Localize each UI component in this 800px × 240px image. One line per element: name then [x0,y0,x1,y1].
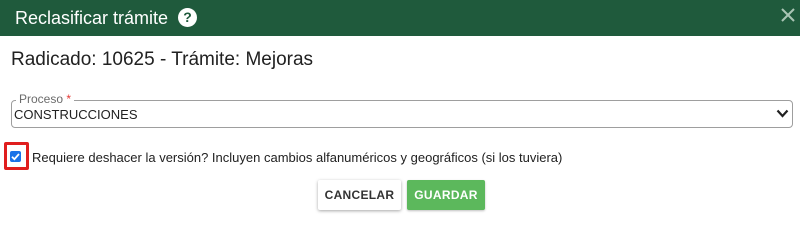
undo-version-checkbox[interactable] [10,151,21,162]
checkmark-icon [11,153,20,161]
close-icon[interactable] [780,7,796,23]
dialog-header: Reclasificar trámite ? [0,0,800,36]
required-mark: * [66,92,72,106]
page-title: Radicado: 10625 - Trámite: Mejoras [11,49,314,70]
proceso-value: CONSTRUCCIONES [14,107,138,122]
dialog-title: Reclasificar trámite [15,8,169,28]
proceso-label: Proceso * [16,92,75,106]
help-icon[interactable]: ? [178,8,197,27]
chevron-down-icon[interactable] [776,109,789,118]
proceso-label-text: Proceso [19,92,64,106]
cancel-button[interactable]: CANCELAR [318,180,401,210]
save-button[interactable]: GUARDAR [407,180,485,210]
checkbox-label: Requiere deshacer la versión? Incluyen c… [32,150,563,165]
